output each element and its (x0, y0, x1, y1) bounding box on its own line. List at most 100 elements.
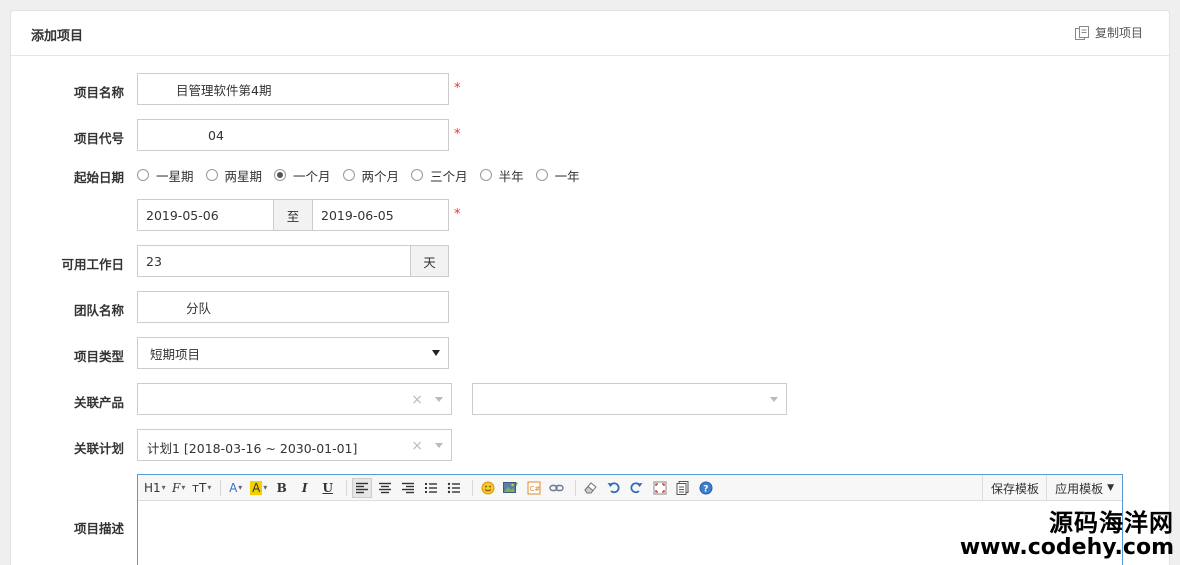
radio-label: 三个月 (430, 168, 468, 184)
help-icon: ? (699, 481, 713, 494)
team-name-value: 分队 (186, 300, 212, 316)
end-date-value: 2019-06-05 (321, 207, 394, 223)
align-left-icon (355, 482, 368, 493)
date-range-radio[interactable]: 一星期 (137, 166, 194, 185)
date-to-addon: 至 (273, 199, 313, 231)
save-template-button[interactable]: 保存模板 (981, 475, 1047, 501)
code-button[interactable]: C# (524, 478, 544, 498)
font-size-button[interactable]: тT ▾ (192, 478, 212, 498)
start-date-label: 起始日期 (73, 170, 124, 185)
workdays-value: 23 (146, 253, 162, 269)
date-range-radio[interactable]: 两星期 (205, 166, 263, 185)
unordered-list-button[interactable] (444, 478, 464, 498)
caret-down-icon (435, 443, 443, 448)
workdays-unit-addon: 天 (410, 245, 449, 277)
radio-icon[interactable] (205, 169, 218, 181)
toolbar-divider (219, 479, 221, 496)
required-mark: * (454, 207, 461, 222)
apply-template-button[interactable]: 应用模板 ▼ (1046, 475, 1122, 501)
eraser-button[interactable] (581, 478, 601, 498)
smiley-icon (481, 481, 495, 494)
project-name-label: 项目名称 (73, 85, 124, 100)
font-size-icon: тT (192, 480, 207, 495)
linked-product-select[interactable]: × (137, 383, 452, 415)
radio-label: 两星期 (224, 168, 263, 184)
workdays-input[interactable]: 23 (137, 245, 411, 277)
svg-text:?: ? (703, 484, 708, 494)
date-range-radio[interactable]: 半年 (479, 166, 524, 185)
radio-icon[interactable] (411, 169, 424, 181)
font-family-button[interactable]: F ▾ (169, 478, 189, 498)
watermark-line-1: 源码海洋网 (1049, 509, 1174, 537)
caret-down-icon: ▼ (1107, 483, 1114, 493)
italic-button[interactable]: I (295, 478, 315, 498)
undo-button[interactable] (604, 478, 624, 498)
link-button[interactable] (547, 478, 567, 498)
date-range-radio[interactable]: 两个月 (342, 166, 399, 185)
radio-icon[interactable] (137, 169, 149, 181)
underline-button[interactable]: U (318, 478, 338, 498)
radio-label: 一个月 (293, 168, 331, 184)
link-icon (549, 484, 564, 491)
radio-icon[interactable] (274, 169, 287, 181)
radio-label: 半年 (498, 168, 524, 184)
date-range-radio[interactable]: 三个月 (411, 166, 468, 185)
project-name-value: 目管理软件第4期 (176, 82, 272, 98)
background-color-icon: A (250, 480, 263, 495)
radio-icon[interactable] (479, 169, 492, 181)
image-button[interactable]: + (501, 478, 521, 498)
align-left-button[interactable] (351, 477, 372, 498)
radio-icon[interactable] (535, 169, 548, 181)
page-title: 添加项目 (31, 29, 84, 44)
align-center-button[interactable] (375, 478, 395, 498)
panel-header: 添加项目 复制项目 (11, 11, 1169, 56)
date-range-radio-group: 一星期 两星期 一个月 两个月 三个月 半年 一年 (137, 166, 592, 184)
help-button[interactable]: ? (696, 478, 716, 498)
project-type-value: 短期项目 (150, 346, 201, 362)
code-icon: C# (527, 481, 541, 494)
ordered-list-button[interactable] (421, 478, 441, 498)
project-type-label: 项目类型 (73, 349, 124, 364)
start-date-input[interactable]: 2019-05-06 (137, 199, 274, 231)
end-date-input[interactable]: 2019-06-05 (312, 199, 449, 231)
copy-project-label: 复制项目 (1094, 26, 1143, 40)
redo-button[interactable] (627, 478, 647, 498)
align-right-button[interactable] (398, 478, 418, 498)
unordered-list-icon (447, 482, 460, 493)
save-template-label: 保存模板 (990, 481, 1039, 496)
caret-down-icon (435, 397, 443, 402)
radio-icon[interactable] (342, 169, 355, 181)
project-code-input[interactable]: 04 (137, 119, 449, 151)
linked-plan-value: 计划1 [2018-03-16 ~ 2030-01-01] (147, 441, 358, 456)
toolbar-divider (345, 479, 347, 496)
font-color-button[interactable]: A ▾ (226, 478, 246, 498)
font-color-icon: A (229, 480, 238, 495)
workdays-unit: 天 (423, 254, 436, 270)
clear-icon[interactable]: × (411, 392, 423, 408)
heading-button[interactable]: H1 ▾ (144, 478, 166, 498)
date-range-radio[interactable]: 一个月 (274, 166, 331, 185)
copy-project-button[interactable]: 复制项目 (1074, 24, 1143, 41)
clear-icon[interactable]: × (411, 438, 423, 454)
eraser-icon (584, 482, 597, 494)
team-name-input[interactable]: 分队 (137, 291, 449, 323)
linked-product-label: 关联产品 (73, 395, 124, 410)
date-range-radio[interactable]: 一年 (535, 166, 580, 185)
redo-icon (630, 482, 643, 494)
required-mark: * (454, 127, 461, 142)
linked-branch-select[interactable] (472, 383, 787, 415)
project-type-select[interactable]: 短期项目 (137, 337, 449, 369)
radio-label: 一年 (554, 168, 580, 184)
undo-icon (607, 482, 620, 494)
workdays-label: 可用工作日 (61, 257, 124, 272)
emoji-button[interactable] (478, 478, 498, 498)
fullscreen-button[interactable] (650, 478, 670, 498)
background-color-button[interactable]: A ▾ (249, 478, 269, 498)
bold-button[interactable]: B (272, 478, 292, 498)
linked-plan-select[interactable]: 计划1 [2018-03-16 ~ 2030-01-01] × (137, 429, 452, 461)
font-family-icon: F (172, 480, 181, 495)
watermark-line-2: www.codehy.com (959, 535, 1174, 560)
toolbar-divider (471, 479, 473, 496)
project-name-input[interactable]: 目管理软件第4期 (137, 73, 449, 105)
source-button[interactable] (673, 478, 693, 498)
